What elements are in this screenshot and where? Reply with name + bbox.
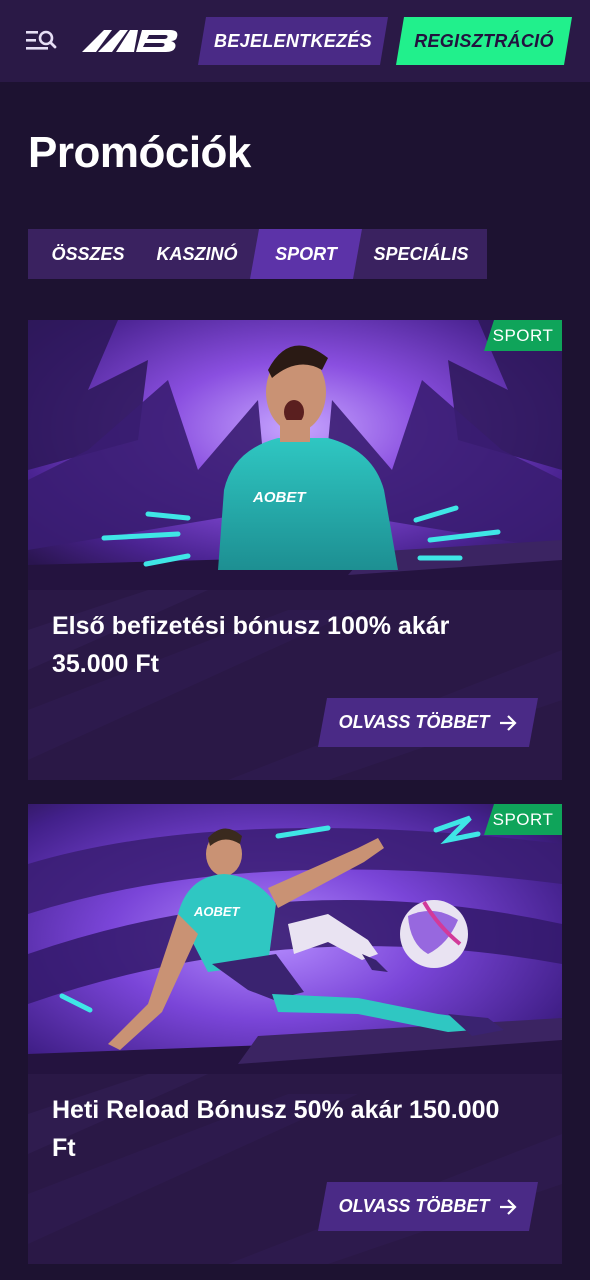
arrow-right-icon (499, 1199, 517, 1215)
tab-sport[interactable]: SPORT (250, 229, 362, 279)
promo-category-tabs: ÖSSZES KASZINÓ SPORT SPECIÁLIS (28, 229, 487, 279)
tab-label: ÖSSZES (51, 243, 125, 264)
tab-all[interactable]: ÖSSZES (36, 229, 140, 279)
menu-search-icon[interactable] (24, 28, 58, 54)
tab-label: KASZINÓ (156, 243, 238, 264)
tab-label: SPECIÁLIS (373, 243, 469, 264)
tab-special[interactable]: SPECIÁLIS (364, 229, 478, 279)
svg-text:AOBET: AOBET (193, 904, 241, 919)
page-title: Promóciók (28, 128, 251, 177)
top-header: BEJELENTKEZÉS REGISZTRÁCIÓ (0, 0, 590, 82)
read-more-label: OLVASS TÖBBET (338, 712, 490, 732)
promo-banner-image: AOBET (28, 804, 562, 1074)
brand-logo-icon[interactable] (82, 26, 180, 56)
login-button[interactable]: BEJELENTKEZÉS (198, 17, 388, 65)
category-badge: SPORT (484, 320, 562, 351)
promo-card[interactable]: AOBET SPORT Heti Reload Bónusz 50% akár … (28, 804, 562, 1264)
read-more-button[interactable]: OLVASS TÖBBET (318, 1182, 538, 1231)
register-button[interactable]: REGISZTRÁCIÓ (396, 17, 572, 65)
read-more-button[interactable]: OLVASS TÖBBET (318, 698, 538, 747)
promo-card[interactable]: AOBET SPORT Első befizetési bónusz 100% … (28, 320, 562, 780)
category-badge: SPORT (484, 804, 562, 835)
register-button-label: REGISZTRÁCIÓ (414, 30, 554, 51)
tab-label: SPORT (275, 243, 337, 264)
login-button-label: BEJELENTKEZÉS (214, 30, 372, 51)
svg-text:AOBET: AOBET (252, 489, 307, 506)
promo-title: Heti Reload Bónusz 50% akár 150.000 Ft (52, 1096, 500, 1162)
promo-banner-image: AOBET (28, 320, 562, 590)
tab-casino[interactable]: KASZINÓ (146, 229, 248, 279)
arrow-right-icon (499, 715, 517, 731)
promo-title: Első befizetési bónusz 100% akár 35.000 … (52, 612, 450, 678)
read-more-label: OLVASS TÖBBET (338, 1196, 490, 1216)
